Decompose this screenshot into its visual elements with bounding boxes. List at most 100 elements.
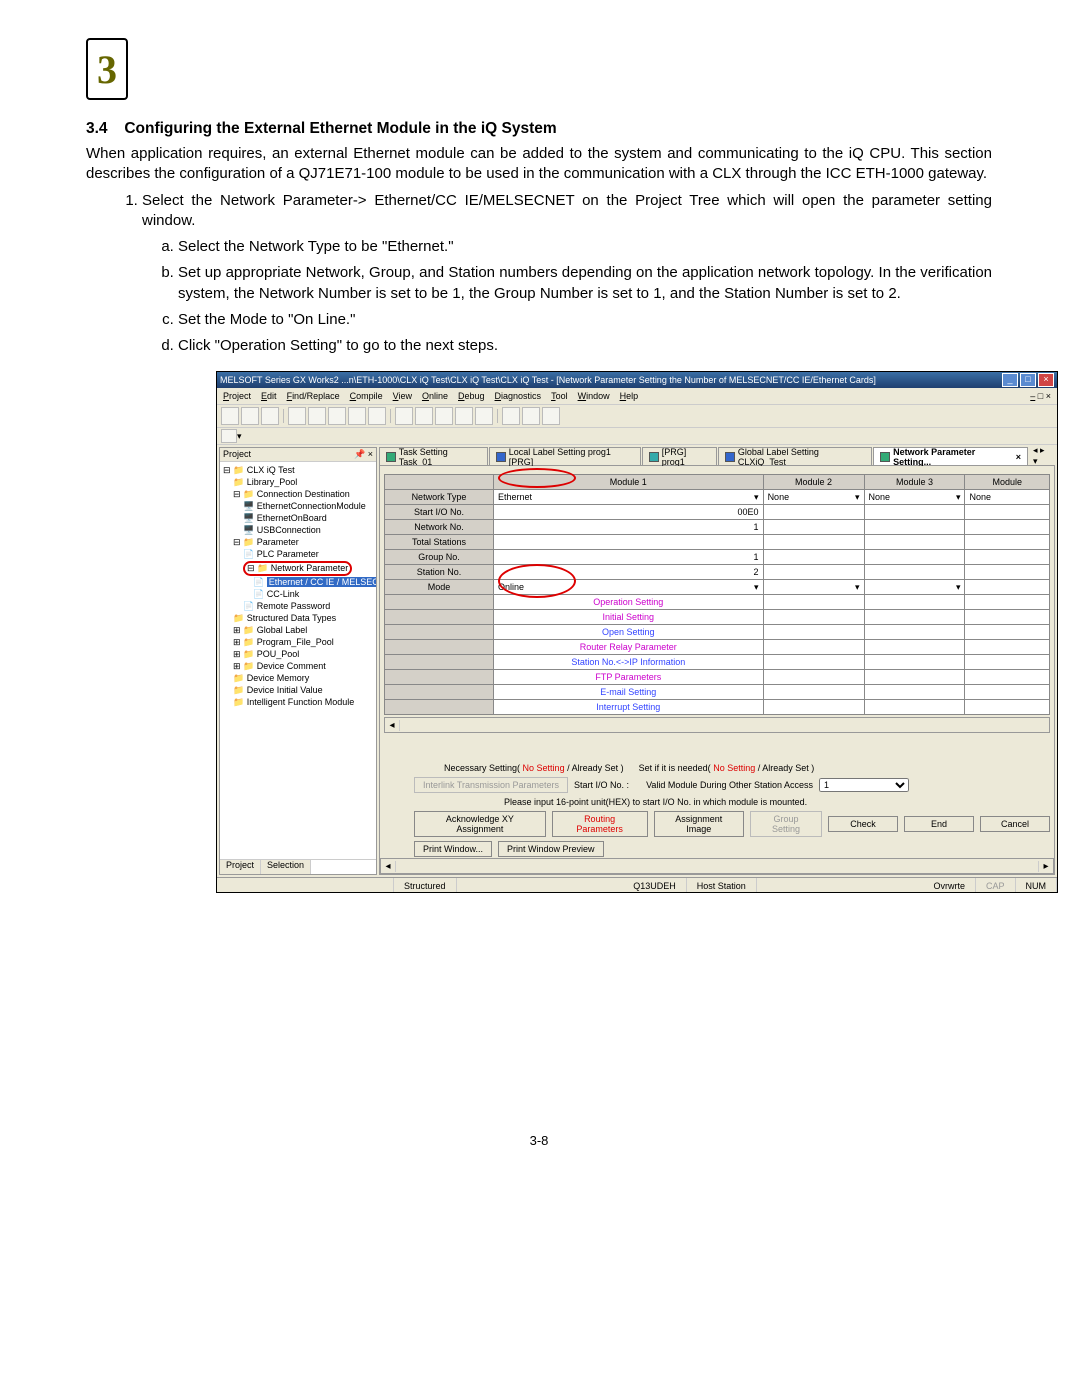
tree-item[interactable]: Intelligent Function Module [247,697,355,707]
tree-item[interactable]: PLC Parameter [257,549,319,559]
grid-hscroll[interactable]: ◂ [384,717,1050,733]
cell-network-no-1[interactable]: 1 [494,520,764,535]
cell-group-no-1[interactable]: 1 [494,550,764,565]
menu-help[interactable]: Help [620,391,639,401]
child-window-controls[interactable]: – □ × [1030,391,1051,401]
routing-button[interactable]: Routing Parameters [552,811,648,837]
toolbar-copy-icon[interactable] [308,407,326,425]
toolbar-paste-icon[interactable] [328,407,346,425]
toolbar-compile-icon[interactable] [415,407,433,425]
toolbar-misc-icon[interactable] [221,429,237,443]
cell-mode-2[interactable]: ▾ [763,580,864,595]
link-open-setting[interactable]: Open Setting [494,625,764,640]
tree-item[interactable]: USBConnection [257,525,321,535]
link-operation-setting[interactable]: Operation Setting [494,595,764,610]
minimize-button[interactable]: _ [1002,373,1018,387]
cell-network-type-1[interactable]: Ethernet ▾ [494,490,764,505]
toolbar-find-icon[interactable] [395,407,413,425]
pane-tab-selection[interactable]: Selection [261,860,311,874]
tab-global-label[interactable]: Global Label Setting CLXiQ_Test [718,447,872,465]
project-tree[interactable]: ⊟ 📁 CLX iQ Test 📁 Library_Pool ⊟ 📁 Conne… [220,462,376,859]
tree-item[interactable]: Program_File_Pool [257,637,334,647]
toolbar-redo-icon[interactable] [368,407,386,425]
toolbar-open-icon[interactable] [241,407,259,425]
assignment-button[interactable]: Assignment Image [654,811,744,837]
close-button[interactable]: × [1038,373,1054,387]
link-ftp[interactable]: FTP Parameters [494,670,764,685]
project-pane-pin[interactable]: 📌 × [354,449,373,460]
tree-item[interactable]: Connection Destination [257,489,350,499]
menu-debug[interactable]: Debug [458,391,485,401]
toolbar-new-icon[interactable] [221,407,239,425]
tree-item[interactable]: POU_Pool [257,649,300,659]
menu-edit[interactable]: Edit [261,391,277,401]
chapter-number: 3 [97,46,117,93]
tree-item[interactable]: Remote Password [257,601,331,611]
menu-diagnostics[interactable]: Diagnostics [495,391,542,401]
maximize-button[interactable]: □ [1020,373,1036,387]
status-overwrite: Ovrwrte [923,878,976,893]
tree-item[interactable]: CC-Link [267,589,300,599]
toolbar-save-icon[interactable] [261,407,279,425]
cell-mode-1[interactable]: Online ▾ [494,580,764,595]
toolbar-download-icon[interactable] [455,407,473,425]
toolbar-stop-icon[interactable] [522,407,540,425]
pane-tab-project[interactable]: Project [220,860,261,874]
link-initial-setting[interactable]: Initial Setting [494,610,764,625]
link-router-relay[interactable]: Router Relay Parameter [494,640,764,655]
cell-network-type-4[interactable]: None [965,490,1050,505]
tree-item[interactable]: Device Comment [257,661,326,671]
separator [283,409,284,423]
end-button[interactable]: End [904,816,974,832]
tab-local-label[interactable]: Local Label Setting prog1 [PRG] [489,447,641,465]
cell-station-no-1[interactable]: 2 [494,565,764,580]
print-preview-button[interactable]: Print Window Preview [498,841,604,857]
print-window-button[interactable]: Print Window... [414,841,492,857]
toolbar-undo-icon[interactable] [348,407,366,425]
tab-prg[interactable]: [PRG] prog1 [642,447,717,465]
menu-view[interactable]: View [393,391,412,401]
cancel-button[interactable]: Cancel [980,816,1050,832]
tree-item[interactable]: Structured Data Types [247,613,336,623]
step-1a: Select the Network Type to be "Ethernet.… [178,237,992,257]
tree-item[interactable]: Parameter [257,537,299,547]
step-1-text: Select the Network Parameter-> Ethernet/… [142,192,992,229]
tab-network-param[interactable]: Network Parameter Setting...× [873,447,1028,465]
toolbar-secondary: ▾ [217,428,1057,445]
link-email[interactable]: E-mail Setting [494,685,764,700]
tree-item[interactable]: EthernetOnBoard [257,513,327,523]
menu-project[interactable]: Project [223,391,251,401]
toolbar-monitor-icon[interactable] [502,407,520,425]
menu-tool[interactable]: Tool [551,391,568,401]
tree-item[interactable]: Device Initial Value [247,685,323,695]
tree-root[interactable]: CLX iQ Test [247,465,295,475]
tree-ethernet-selected[interactable]: Ethernet / CC IE / MELSECNET [267,577,376,587]
cell-mode-3[interactable]: ▾ [864,580,965,595]
check-button[interactable]: Check [828,816,898,832]
cell-network-type-2[interactable]: None ▾ [763,490,864,505]
link-station-ip[interactable]: Station No.<->IP Information [494,655,764,670]
toolbar-build-icon[interactable] [435,407,453,425]
tree-item[interactable]: Global Label [257,625,308,635]
form-hscroll[interactable]: ◂▸ [380,858,1054,874]
cell-start-io-1[interactable]: 00E0 [494,505,764,520]
tab-nav[interactable]: ◂ ▸ ▾ [1029,445,1055,467]
ack-xy-button[interactable]: Acknowledge XY Assignment [414,811,546,837]
menu-online[interactable]: Online [422,391,448,401]
toolbar-cut-icon[interactable] [288,407,306,425]
tree-item[interactable]: Library_Pool [247,477,298,487]
tree-item[interactable]: EthernetConnectionModule [257,501,366,511]
menu-compile[interactable]: Compile [350,391,383,401]
menu-window[interactable]: Window [578,391,610,401]
tab-task-setting[interactable]: Task Setting Task_01 [379,447,488,465]
link-interrupt[interactable]: Interrupt Setting [494,700,764,715]
toolbar-simulate-icon[interactable] [542,407,560,425]
tree-item[interactable]: Device Memory [247,673,310,683]
tree-network-parameter[interactable]: Network Parameter [271,563,349,573]
menu-find-replace[interactable]: Find/Replace [287,391,340,401]
toolbar-dropdown-icon[interactable]: ▾ [237,431,242,442]
cell-network-type-3[interactable]: None ▾ [864,490,965,505]
valid-module-select[interactable]: 1 [819,778,909,792]
chapter-badge: 3 [86,38,128,100]
toolbar-upload-icon[interactable] [475,407,493,425]
